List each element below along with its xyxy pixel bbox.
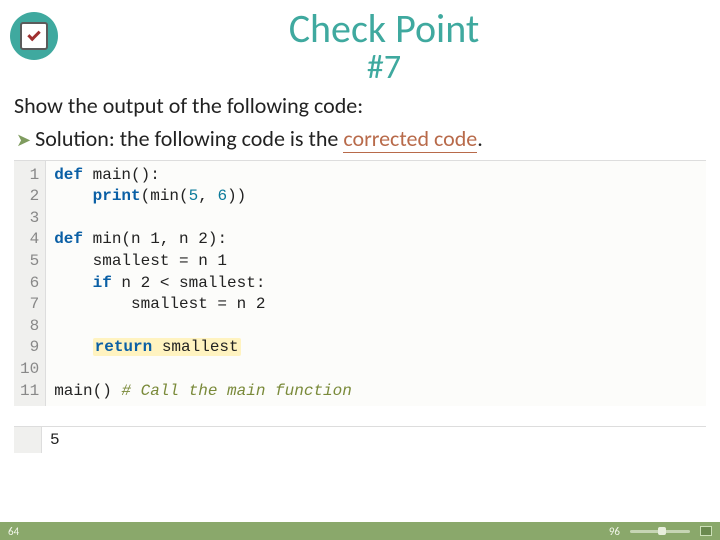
code-text: smallest <box>152 338 238 356</box>
kw-def: def <box>54 166 83 184</box>
num-literal: 6 <box>217 187 227 205</box>
code-text: n 2 < smallest: <box>112 274 266 292</box>
line-numbers: 1 2 3 4 5 6 7 8 9 10 11 <box>14 161 46 407</box>
zoom-level: 96 <box>609 525 620 538</box>
highlight-region: return smallest <box>93 338 241 356</box>
checkbox-icon <box>20 22 48 50</box>
code-text: )) <box>227 187 246 205</box>
code-text: main() <box>54 382 121 400</box>
title-block: Check Point #7 <box>58 8 710 86</box>
code-text: main(): <box>83 166 160 184</box>
code-text: (min( <box>141 187 189 205</box>
comment: # Call the main function <box>121 382 351 400</box>
kw-def: def <box>54 230 83 248</box>
code-text: , <box>198 187 217 205</box>
code-text <box>54 274 92 292</box>
kw-return: return <box>95 338 153 356</box>
output-block: 5 <box>14 426 706 453</box>
solution-highlight: corrected code <box>343 125 477 153</box>
title-line2: #7 <box>58 50 710 86</box>
code-text: smallest = n 1 <box>54 252 227 270</box>
header: Check Point #7 <box>0 0 720 86</box>
solution-line: ➤ Solution: the following code is the co… <box>14 125 706 152</box>
logo-badge <box>10 12 58 60</box>
status-bar: 64 96 <box>0 522 720 540</box>
code-block: 1 2 3 4 5 6 7 8 9 10 11 def main(): prin… <box>14 160 706 407</box>
check-icon <box>27 27 40 40</box>
code-text <box>54 187 92 205</box>
chevron-icon: ➤ <box>16 131 31 149</box>
code-text <box>54 338 92 356</box>
solution-prefix: Solution: the following code is the <box>35 125 343 152</box>
prompt-text: Show the output of the following code: <box>14 92 706 119</box>
zoom-slider[interactable] <box>630 530 690 533</box>
title-line1: Check Point <box>58 8 710 50</box>
code-text: smallest = n 2 <box>54 295 265 313</box>
code-body: def main(): print(min(5, 6)) def min(n 1… <box>46 161 706 407</box>
slide-content: Show the output of the following code: ➤… <box>0 86 720 454</box>
output-gutter <box>14 427 42 453</box>
output-value: 5 <box>42 427 706 453</box>
kw-print: print <box>93 187 141 205</box>
code-text: min(n 1, n 2): <box>83 230 227 248</box>
footer-right: 96 <box>609 525 712 538</box>
num-literal: 5 <box>189 187 199 205</box>
footer-left: 64 <box>8 525 19 538</box>
solution-suffix: . <box>477 125 483 152</box>
view-mode-icon[interactable] <box>700 526 712 536</box>
kw-if: if <box>93 274 112 292</box>
